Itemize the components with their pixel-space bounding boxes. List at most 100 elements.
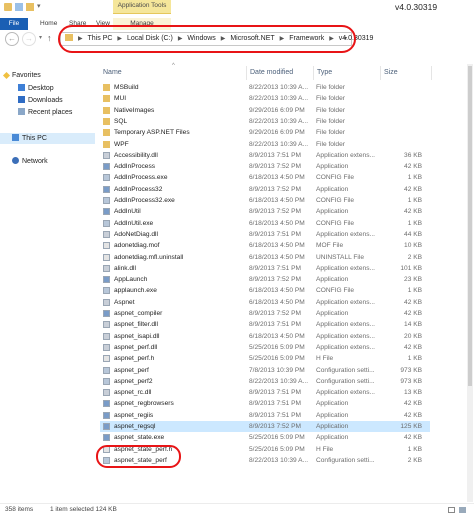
- table-row[interactable]: AddInProcess 8/9/2013 7:52 PM Application 4…: [100, 161, 430, 172]
- table-row[interactable]: aspnet_regbrowsers 8/9/2013 7:51 PM Applic…: [100, 398, 430, 409]
- file-type: UNINSTALL File: [316, 253, 364, 261]
- table-row[interactable]: alink.dll 8/9/2013 7:51 PM Application ext…: [100, 263, 430, 274]
- network-icon: [12, 157, 19, 164]
- file-type: CONFIG File: [316, 287, 355, 295]
- file-date: 5/25/2016 5:09 PM: [249, 434, 305, 442]
- table-row[interactable]: WPF 8/22/2013 10:39 A... File folder: [100, 139, 430, 150]
- sidebar-item-recent-places[interactable]: Recent places: [18, 108, 72, 116]
- large-icons-view-icon[interactable]: [459, 507, 466, 513]
- sidebar-item-this-pc[interactable]: This PC: [0, 133, 95, 144]
- star-icon: [2, 71, 11, 80]
- table-row[interactable]: AppLaunch 8/9/2013 7:52 PM Application 23 K…: [100, 274, 430, 285]
- table-row[interactable]: aspnet_compiler 8/9/2013 7:52 PM Applicati…: [100, 308, 430, 319]
- details-view-icon[interactable]: [448, 507, 455, 513]
- back-button[interactable]: ←: [5, 32, 19, 46]
- file-name: aspnet_perf.h: [114, 355, 155, 363]
- column-header-size[interactable]: Size: [384, 69, 398, 76]
- download-icon: [18, 96, 25, 103]
- table-row[interactable]: MUI 8/22/2013 10:39 A... File folder: [100, 93, 430, 104]
- file-name: aspnet_compiler: [114, 310, 163, 317]
- column-divider[interactable]: [431, 66, 432, 80]
- table-row[interactable]: MSBuild 8/22/2013 10:39 A... File folder: [100, 82, 430, 93]
- table-row[interactable]: aspnet_isapi.dll 6/18/2013 4:50 PM Applica…: [100, 331, 430, 342]
- dll-icon: [103, 343, 110, 351]
- file-date: 8/9/2013 7:52 PM: [249, 208, 302, 216]
- file-name: aspnet_state.exe: [114, 434, 165, 442]
- new-folder-icon[interactable]: [26, 3, 34, 11]
- table-row[interactable]: AddInProcess.exe 6/18/2013 4:50 PM CONFIG …: [100, 172, 430, 183]
- file-type: H File: [316, 445, 334, 453]
- table-row[interactable]: AddInUtil.exe 6/18/2013 4:50 PM CONFIG Fil…: [100, 218, 430, 229]
- table-row[interactable]: adonetdiag.mof 6/18/2013 4:50 PM MOF File 1…: [100, 240, 430, 251]
- file-date: 8/9/2013 7:52 PM: [249, 276, 302, 284]
- table-row[interactable]: aspnet_state.exe 5/25/2016 5:09 PM Applica…: [100, 432, 430, 443]
- column-divider[interactable]: [246, 66, 247, 80]
- exe-icon: [103, 434, 110, 442]
- table-row[interactable]: AddInProcess32 8/9/2013 7:52 PM Applicatio…: [100, 184, 430, 195]
- file-icon: [103, 242, 110, 250]
- table-row[interactable]: adonetdiag.mfl.uninstall 6/18/2013 4:50 P…: [100, 252, 430, 263]
- file-size: 1 KB: [407, 174, 422, 182]
- file-size: 1 KB: [407, 197, 422, 204]
- table-row[interactable]: applaunch.exe 6/18/2013 4:50 PM CONFIG Fil…: [100, 285, 430, 296]
- table-row[interactable]: SQL 8/22/2013 10:39 A... File folder: [100, 116, 430, 127]
- dll-icon: [103, 151, 110, 159]
- file-name: aspnet_isapi.dll: [114, 332, 160, 340]
- sidebar-item-label: Downloads: [28, 97, 63, 104]
- file-date: 8/9/2013 7:51 PM: [249, 411, 302, 419]
- dll-icon: [103, 298, 110, 306]
- table-row[interactable]: Temporary ASP.NET Files 9/29/2016 6:09 PM…: [100, 127, 430, 138]
- sidebar-item-network[interactable]: Network: [12, 157, 48, 165]
- scrollbar-thumb[interactable]: [468, 66, 472, 386]
- chevron-down-icon[interactable]: ▾: [37, 2, 41, 10]
- exe-icon: [103, 400, 110, 408]
- tab-home[interactable]: Home: [40, 18, 57, 30]
- table-row[interactable]: aspnet_perf2 8/22/2013 10:39 A... Configur…: [100, 376, 430, 387]
- table-row-selected[interactable]: aspnet_regsql 8/9/2013 7:52 PM Application…: [100, 421, 430, 432]
- table-row[interactable]: AdoNetDiag.dll 8/9/2013 7:51 PM Applicatio…: [100, 229, 430, 240]
- file-name: WPF: [114, 140, 129, 148]
- column-header-name[interactable]: Name: [103, 69, 122, 76]
- file-type: CONFIG File: [316, 197, 355, 204]
- folder-icon: [4, 3, 12, 11]
- table-row[interactable]: Accessibility.dll 8/9/2013 7:51 PM Applica…: [100, 150, 430, 161]
- table-row[interactable]: aspnet_perf.dll 5/25/2016 5:09 PM Applicat…: [100, 342, 430, 353]
- forward-button[interactable]: →: [22, 32, 36, 46]
- file-name: SQL: [114, 117, 128, 125]
- column-divider[interactable]: [380, 66, 381, 80]
- file-name: AddInUtil.exe: [114, 219, 154, 227]
- table-row[interactable]: Aspnet 6/18/2013 4:50 PM Application exten…: [100, 297, 430, 308]
- exe-icon: [103, 208, 110, 216]
- column-header-type[interactable]: Type: [317, 69, 332, 76]
- file-name: AddInProcess.exe: [114, 174, 168, 182]
- file-size: 14 KB: [404, 321, 422, 329]
- file-date: 8/22/2013 10:39 A...: [249, 377, 309, 385]
- file-type: Application: [316, 400, 349, 408]
- column-divider[interactable]: [313, 66, 314, 80]
- table-row[interactable]: aspnet_perf.h 5/25/2016 5:09 PM H File 1 KB: [100, 353, 430, 364]
- properties-icon[interactable]: [15, 3, 23, 11]
- config-icon: [103, 219, 110, 227]
- table-row[interactable]: NativeImages 9/29/2016 6:09 PM File folder: [100, 105, 430, 116]
- sidebar-favorites[interactable]: Favorites: [2, 71, 41, 80]
- config-icon: [103, 197, 110, 204]
- tab-file[interactable]: File: [0, 18, 28, 30]
- file-size: 1 KB: [407, 287, 422, 295]
- table-row[interactable]: AddInProcess32.exe 6/18/2013 4:50 PM CONFI…: [100, 195, 430, 206]
- window-title: v4.0.30319: [395, 2, 438, 12]
- table-row[interactable]: aspnet_regiis 8/9/2013 7:51 PM Application…: [100, 410, 430, 421]
- recent-locations-icon[interactable]: ▾: [39, 34, 42, 41]
- file-type: Application extens...: [316, 343, 376, 351]
- up-button[interactable]: ↑: [47, 33, 52, 43]
- table-row[interactable]: AddInUtil 8/9/2013 7:52 PM Application 42 K…: [100, 206, 430, 217]
- file-date: 8/9/2013 7:52 PM: [249, 163, 302, 171]
- table-row[interactable]: aspnet_perf 7/8/2013 10:39 PM Configuratio…: [100, 365, 430, 376]
- file-name: aspnet_perf.dll: [114, 343, 158, 351]
- sidebar-item-label: Network: [22, 158, 48, 165]
- sidebar-item-downloads[interactable]: Downloads: [18, 96, 63, 104]
- sidebar-item-desktop[interactable]: Desktop: [18, 84, 54, 92]
- table-row[interactable]: aspnet_rc.dll 8/9/2013 7:51 PM Application…: [100, 387, 430, 398]
- column-header-date-modified[interactable]: Date modified: [250, 69, 293, 76]
- table-row[interactable]: aspnet_filter.dll 8/9/2013 7:51 PM Applica…: [100, 319, 430, 330]
- file-type: Application extens...: [316, 321, 376, 329]
